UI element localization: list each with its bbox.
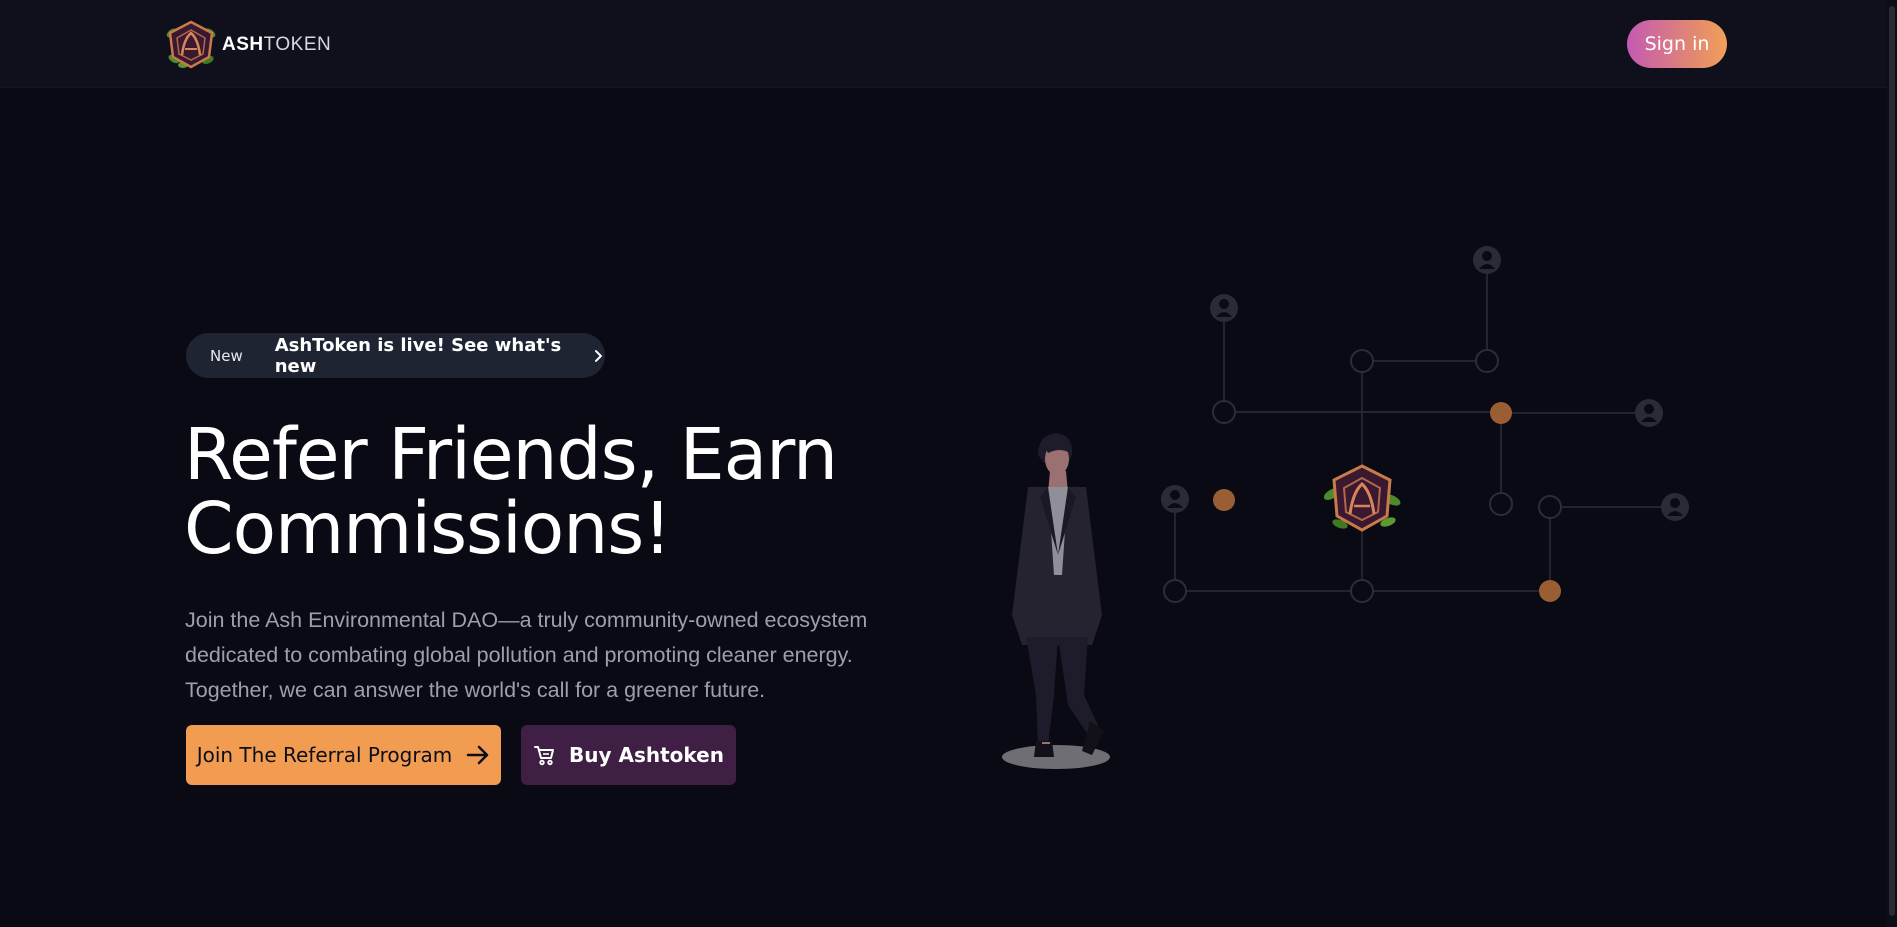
center-ashtoken-logo	[1323, 464, 1401, 532]
top-navigation-bar: ASHTOKEN Sign in	[0, 0, 1897, 88]
cart-icon	[534, 746, 554, 766]
announcement-pill[interactable]: New AshToken is live! See what's new	[186, 333, 605, 378]
buy-ashtoken-label: Buy Ashtoken	[569, 743, 724, 767]
page-scrollbar[interactable]	[1887, 0, 1897, 927]
ashtoken-logo-icon	[166, 20, 216, 69]
scrollbar-thumb[interactable]	[1889, 6, 1895, 916]
join-referral-program-label: Join The Referral Program	[196, 743, 453, 767]
hero-headline-line-2: Commissions!	[184, 487, 672, 570]
join-referral-program-button[interactable]: Join The Referral Program	[186, 725, 501, 785]
standing-person-illustration	[1002, 433, 1110, 769]
brand-wordmark-light: TOKEN	[263, 34, 332, 55]
referral-network-illustration	[1161, 246, 1689, 603]
buy-ashtoken-button[interactable]: Buy Ashtoken	[521, 725, 736, 785]
chevron-right-icon	[594, 349, 602, 362]
hero-headline-line-1: Refer Friends, Earn	[184, 413, 838, 496]
brand-logo-link[interactable]: ASHTOKEN	[164, 19, 331, 71]
sign-in-button[interactable]: Sign in	[1627, 20, 1727, 68]
hero-headline: Refer Friends, Earn Commissions!	[184, 418, 944, 566]
user-avatar-icons	[1161, 246, 1689, 521]
hero-description: Join the Ash Environmental DAO—a truly c…	[185, 608, 868, 702]
announcement-new-tag: New	[210, 346, 243, 365]
announcement-text: AshToken is live! See what's new	[274, 334, 562, 377]
arrow-right-icon	[467, 745, 489, 765]
brand-wordmark-bold: ASH	[222, 34, 264, 55]
brand-wordmark: ASHTOKEN	[222, 34, 331, 56]
